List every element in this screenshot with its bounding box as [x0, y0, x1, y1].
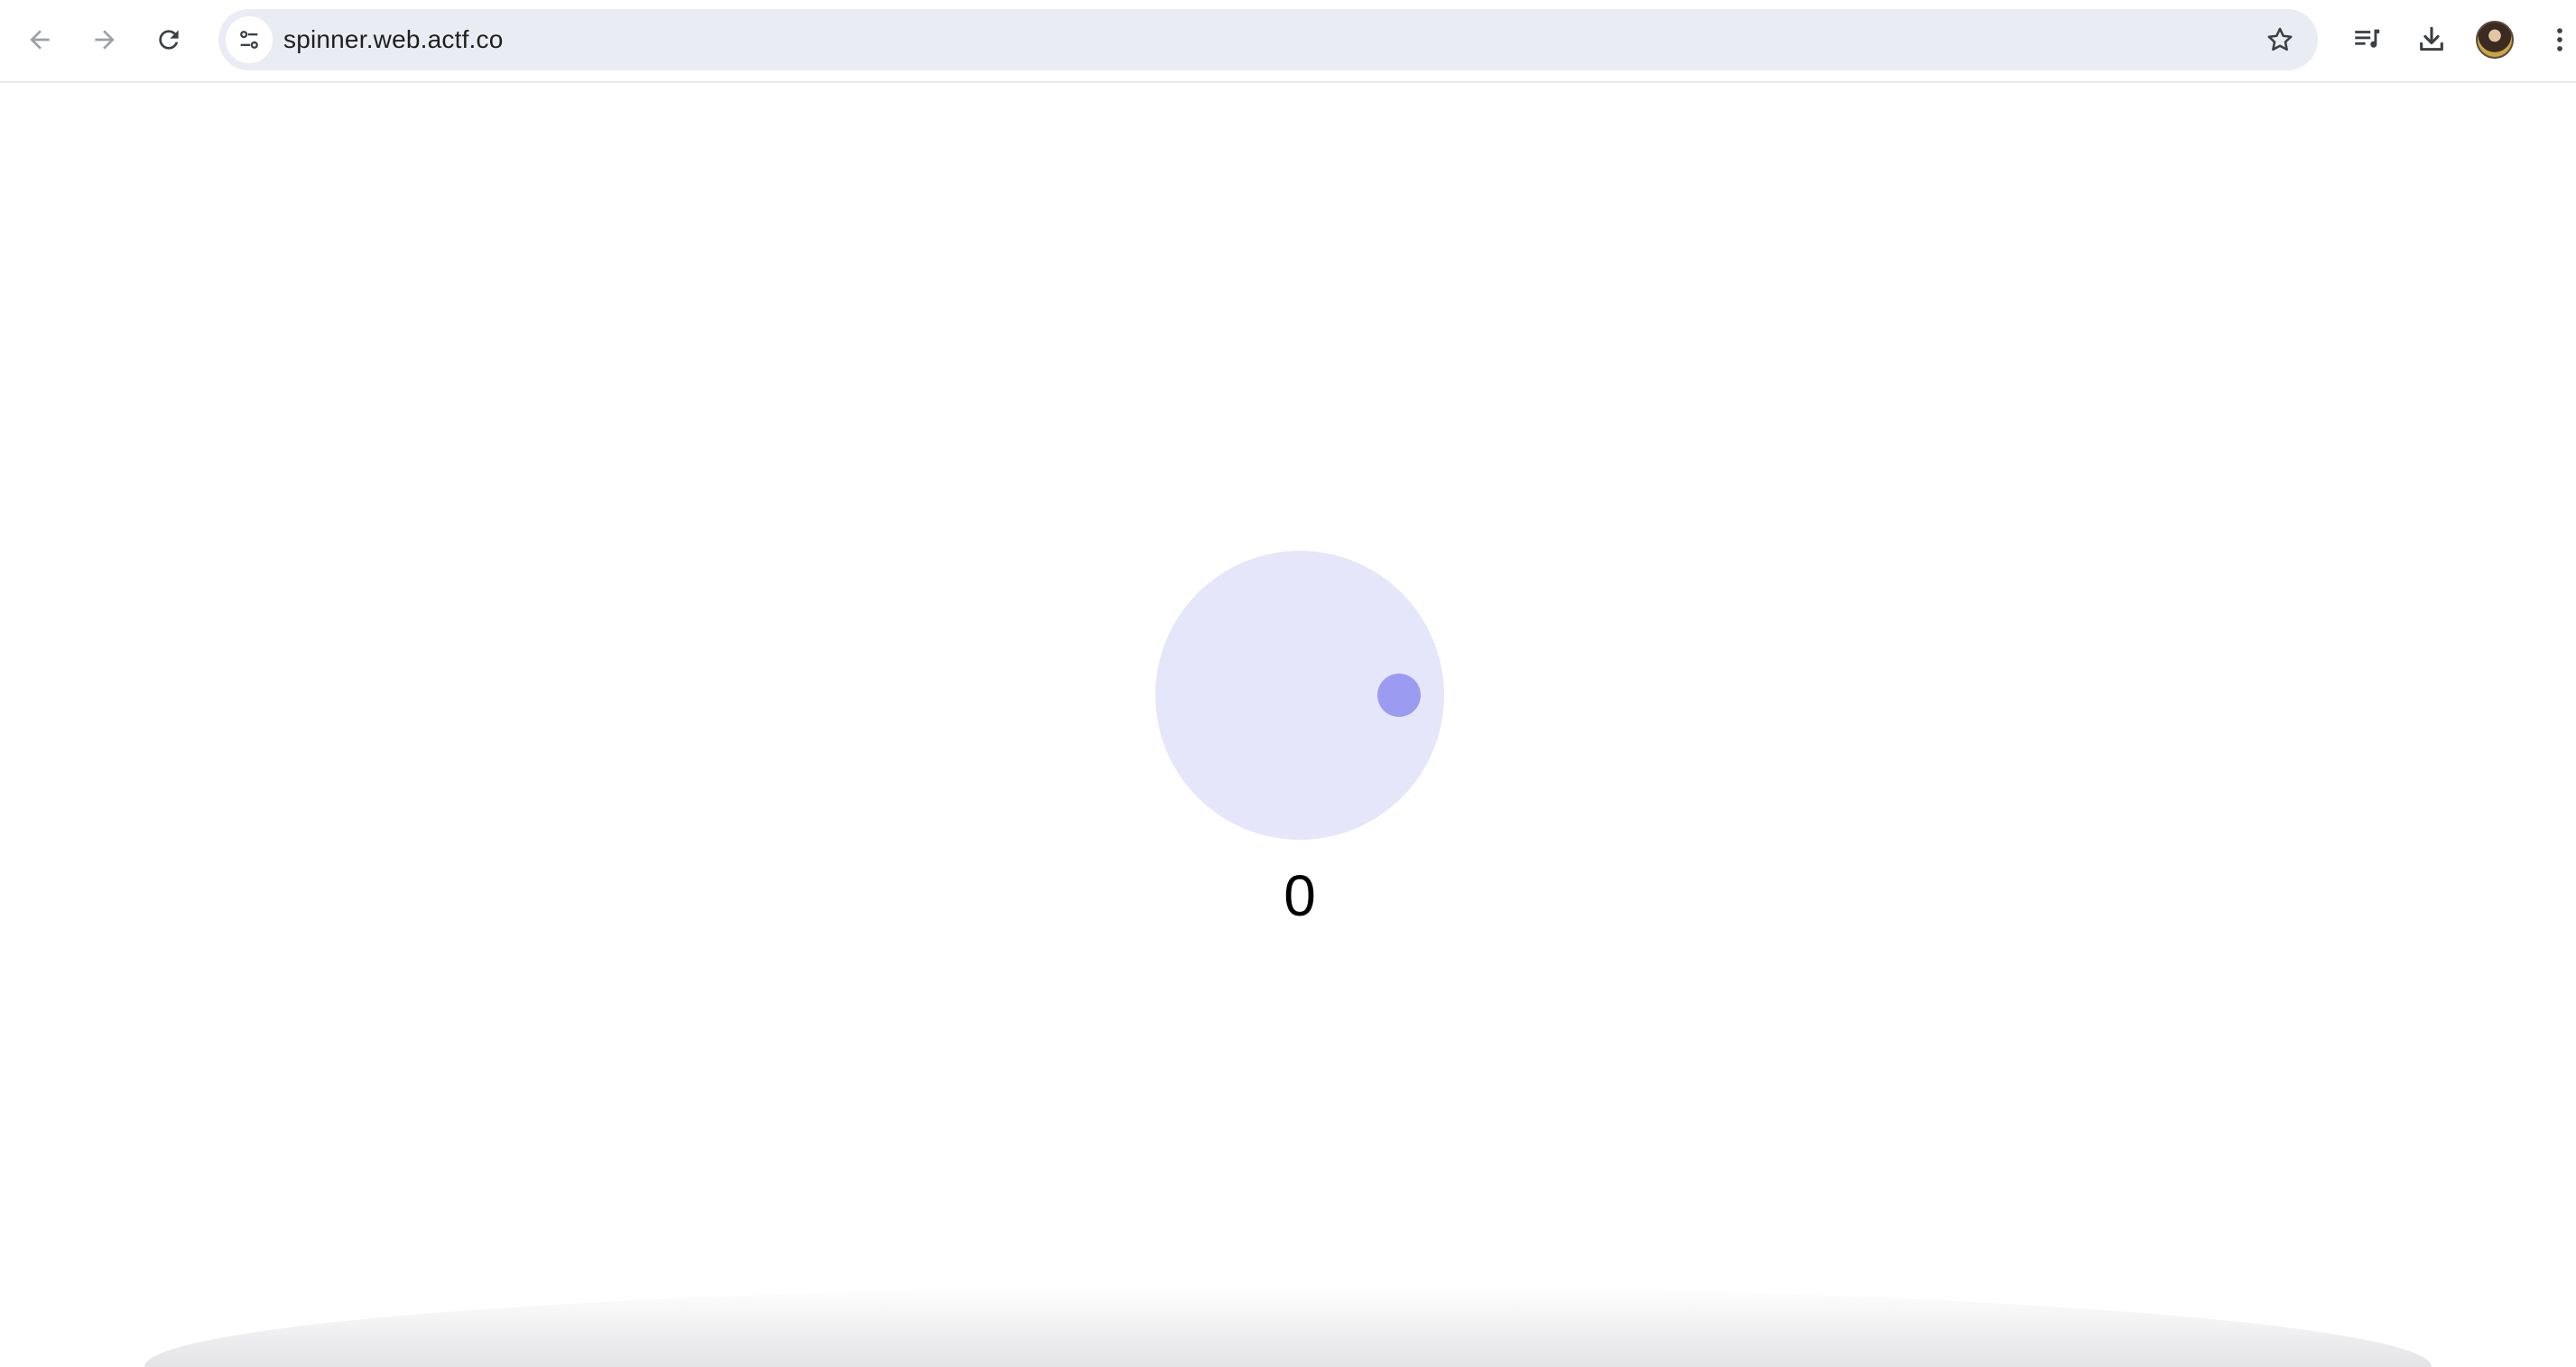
- spin-counter: 0: [1283, 863, 1316, 928]
- browser-menu-button[interactable]: [2533, 13, 2576, 67]
- avatar: [2476, 21, 2514, 59]
- spinner-knob[interactable]: [1377, 674, 1421, 717]
- forward-button[interactable]: [78, 13, 132, 67]
- address-bar[interactable]: spinner.web.actf.co: [218, 9, 2318, 70]
- spinner-dial[interactable]: [1155, 551, 1444, 840]
- browser-toolbar: spinner.web.actf.co: [0, 0, 2576, 83]
- url-text[interactable]: spinner.web.actf.co: [283, 9, 504, 70]
- more-vert-icon: [2557, 28, 2562, 51]
- reading-list-button[interactable]: [2340, 13, 2394, 67]
- reading-list-icon: [2355, 29, 2380, 48]
- tune-icon: [240, 31, 258, 49]
- bookmark-button[interactable]: [2262, 22, 2298, 58]
- page-content: 0: [0, 83, 2576, 1367]
- browser-window: spinner.web.actf.co 0: [0, 0, 2576, 1367]
- download-icon: [2420, 26, 2443, 51]
- download-button[interactable]: [2405, 13, 2459, 67]
- site-info-button[interactable]: [226, 16, 273, 63]
- star-icon: [2267, 27, 2293, 51]
- bottom-shadow: [144, 1286, 2432, 1367]
- arrow-left-icon: [30, 30, 50, 50]
- arrow-right-icon: [95, 30, 115, 50]
- back-button[interactable]: [13, 13, 67, 67]
- profile-button[interactable]: [2468, 13, 2522, 67]
- reload-button[interactable]: [142, 13, 196, 67]
- reload-icon: [159, 30, 179, 50]
